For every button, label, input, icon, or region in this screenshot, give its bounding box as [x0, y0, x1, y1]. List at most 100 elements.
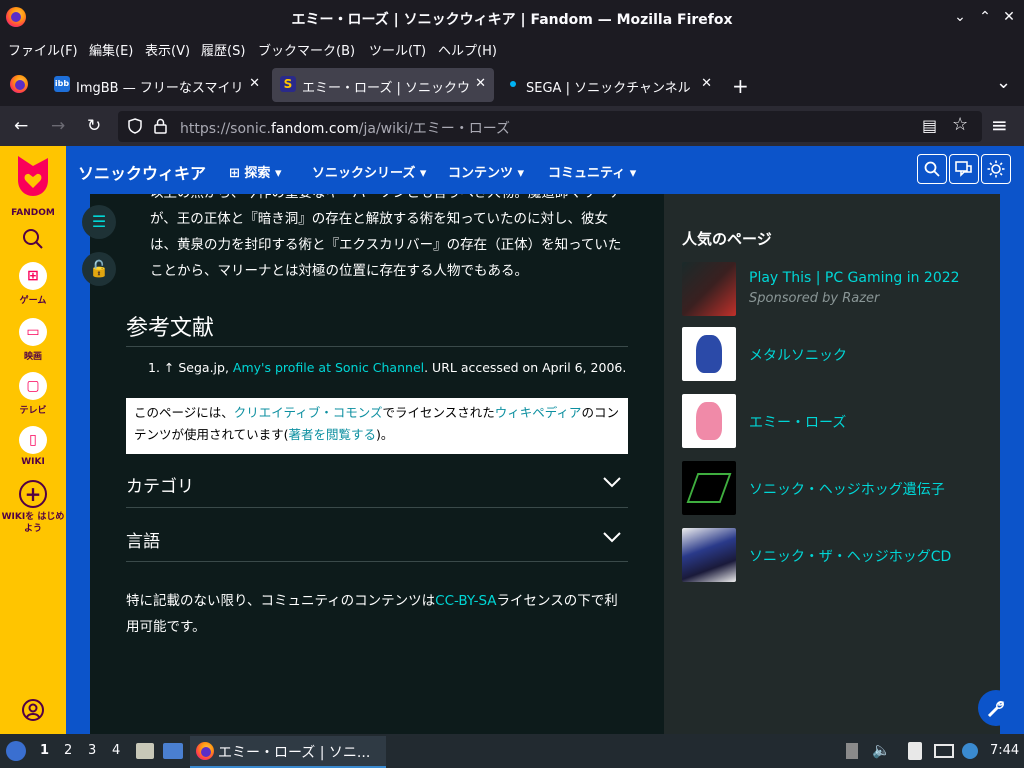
- menu-bar: ファイル(F) 編集(E) 表示(V) 履歴(S) ブックマーク(B) ツール(…: [0, 34, 1024, 62]
- search-icon[interactable]: [22, 228, 44, 250]
- window-titlebar: エミー・ローズ | ソニックウィキア | Fandom — Mozilla Fi…: [0, 0, 1024, 34]
- tab-amy-rose[interactable]: S エミー・ローズ | ソニックウ ✕: [272, 68, 494, 102]
- workspace-2[interactable]: 2: [64, 743, 72, 758]
- nav-community[interactable]: コミュニティ ▾: [548, 162, 636, 181]
- taskbar-window-firefox[interactable]: エミー・ローズ | ソニ...: [190, 736, 386, 768]
- os-menu-icon[interactable]: [6, 741, 26, 761]
- menu-bookmarks[interactable]: ブックマーク(B): [258, 40, 355, 59]
- creative-commons-link[interactable]: クリエイティブ・コモンズ: [234, 405, 383, 420]
- fandom-logo-icon[interactable]: [14, 154, 52, 198]
- list-all-tabs-button[interactable]: ⌄: [996, 72, 1011, 93]
- cc-by-sa-link[interactable]: CC-BY-SA: [435, 593, 496, 609]
- nav-sonic-series[interactable]: ソニックシリーズ ▾: [312, 162, 426, 181]
- user-account-icon[interactable]: [21, 698, 45, 722]
- popular-item-title[interactable]: Play This | PC Gaming in 2022: [749, 270, 960, 286]
- tab-label: ImgBB — フリーなスマイリ: [76, 81, 244, 96]
- view-authors-link[interactable]: 著者を閲覧する: [289, 427, 377, 442]
- popular-pages-heading: 人気のページ: [682, 230, 772, 248]
- toc-button[interactable]: ☰: [82, 205, 116, 239]
- workspace-4[interactable]: 4: [112, 743, 120, 758]
- menu-edit[interactable]: 編集(E): [89, 40, 133, 59]
- fandom-sidebar: FANDOM ⊞ ゲーム ▭ 映画 ▢ テレビ ▯ WIKI + WIKIを はじめよう: [0, 146, 66, 734]
- menu-help[interactable]: ヘルプ(H): [438, 40, 497, 59]
- file-manager-icon[interactable]: [136, 743, 154, 759]
- close-tab-icon[interactable]: ✕: [701, 76, 712, 91]
- popular-item-title[interactable]: エミー・ローズ: [749, 412, 846, 432]
- divider: [126, 507, 628, 508]
- show-desktop-icon[interactable]: [163, 743, 183, 759]
- wiki-search-button[interactable]: [917, 154, 947, 184]
- tab-imgbb[interactable]: ibb ImgBB — フリーなスマイリ ✕: [46, 68, 268, 102]
- reference-item: 1. ↑ Sega.jp, Amy's profile at Sonic Cha…: [148, 360, 627, 375]
- close-tab-icon[interactable]: ✕: [249, 76, 260, 91]
- volume-icon[interactable]: 🔈: [872, 741, 891, 759]
- thumbnail-image: [682, 528, 736, 582]
- sidebar-item-start-wiki[interactable]: + WIKIを はじめよう: [0, 480, 66, 535]
- article-paragraph: 以上の点から、今作の重要なキーパーソンとも言うべき人物。魔道師マリーナが、王の正…: [150, 194, 622, 279]
- forward-button[interactable]: →: [51, 116, 65, 136]
- close-tab-icon[interactable]: ✕: [475, 76, 486, 91]
- chevron-down-icon: [603, 477, 621, 488]
- lock-icon[interactable]: [154, 118, 167, 134]
- fandom-logo-label: FANDOM: [11, 208, 55, 218]
- theme-toggle-button[interactable]: [981, 154, 1011, 184]
- reference-link[interactable]: Amy's profile at Sonic Channel: [233, 360, 424, 375]
- menu-file[interactable]: ファイル(F): [8, 40, 78, 59]
- sidebar-item-wiki[interactable]: ▯ WIKI: [0, 426, 66, 467]
- categories-collapsible[interactable]: カテゴリ: [126, 472, 628, 497]
- popular-item-title[interactable]: メタルソニック: [749, 345, 847, 365]
- nav-explore[interactable]: ⊞ 探索 ▾: [229, 162, 282, 181]
- popular-item[interactable]: ソニック・ヘッジホッグ遺伝子: [682, 461, 982, 515]
- wiki-name[interactable]: ソニックウィキア: [78, 160, 206, 184]
- navigation-bar: ← → ↻ https://sonic.fandom.com/ja/wiki/エ…: [0, 106, 1024, 146]
- wiki-tools-button[interactable]: [978, 690, 1014, 726]
- os-taskbar: 1 2 3 4 エミー・ローズ | ソニ... 🔈 7:44: [0, 734, 1024, 768]
- maximize-button[interactable]: ⌃: [977, 9, 993, 25]
- menu-view[interactable]: 表示(V): [145, 40, 190, 59]
- window-title: エミー・ローズ | ソニックウィキア | Fandom — Mozilla Fi…: [291, 12, 733, 28]
- plus-circle-icon: +: [19, 480, 47, 508]
- popular-item-title[interactable]: ソニック・ヘッジホッグ遺伝子: [749, 479, 945, 499]
- menu-tools[interactable]: ツール(T): [369, 40, 426, 59]
- tv-icon: ▢: [19, 372, 47, 400]
- new-tab-button[interactable]: +: [732, 74, 749, 98]
- close-window-button[interactable]: ✕: [1001, 9, 1017, 25]
- reload-button[interactable]: ↻: [87, 116, 101, 136]
- thumbnail-image: [682, 461, 736, 515]
- wikipedia-link[interactable]: ウィキペディア: [495, 405, 582, 420]
- search-icon: [924, 161, 940, 177]
- menu-history[interactable]: 履歴(S): [201, 40, 245, 59]
- popular-item[interactable]: エミー・ローズ: [682, 394, 982, 448]
- tab-sega[interactable]: SEGA | ソニックチャンネル ✕: [498, 68, 720, 102]
- clipboard-icon[interactable]: [908, 742, 922, 760]
- sidebar-item-movies[interactable]: ▭ 映画: [0, 318, 66, 362]
- popular-item-title[interactable]: ソニック・ザ・ヘッジホッグCD: [749, 546, 951, 566]
- workspace-1[interactable]: 1: [40, 743, 49, 758]
- notifications-icon[interactable]: [846, 743, 858, 759]
- gamepad-icon: ⊞: [19, 262, 47, 290]
- tracking-shield-icon[interactable]: [128, 118, 142, 134]
- protection-button[interactable]: 🔓: [82, 252, 116, 286]
- firefox-view-icon[interactable]: [10, 75, 28, 93]
- divider: [126, 561, 628, 562]
- nav-contents[interactable]: コンテンツ ▾: [448, 162, 524, 181]
- sonic-wiki-icon: S: [280, 76, 296, 92]
- reader-view-icon[interactable]: ▤: [922, 116, 937, 135]
- discussions-button[interactable]: [949, 154, 979, 184]
- bookmark-star-icon[interactable]: ☆: [952, 114, 968, 135]
- popular-item[interactable]: メタルソニック: [682, 327, 982, 381]
- app-menu-button[interactable]: ≡: [991, 113, 1008, 137]
- sidebar-item-tv[interactable]: ▢ テレビ: [0, 372, 66, 416]
- workspace-3[interactable]: 3: [88, 743, 96, 758]
- update-icon[interactable]: [962, 743, 978, 759]
- network-icon[interactable]: [934, 744, 954, 758]
- popular-item[interactable]: Play This | PC Gaming in 2022 Sponsored …: [682, 262, 982, 316]
- sun-icon: [987, 160, 1005, 178]
- url-bar[interactable]: https://sonic.fandom.com/ja/wiki/エミー・ローズ…: [118, 111, 982, 142]
- minimize-button[interactable]: ⌄: [952, 9, 968, 25]
- languages-collapsible[interactable]: 言語: [126, 527, 628, 552]
- popular-item[interactable]: ソニック・ザ・ヘッジホッグCD: [682, 528, 982, 582]
- back-button[interactable]: ←: [14, 116, 28, 136]
- sidebar-item-games[interactable]: ⊞ ゲーム: [0, 262, 66, 306]
- lock-icon: 🔓: [89, 259, 109, 278]
